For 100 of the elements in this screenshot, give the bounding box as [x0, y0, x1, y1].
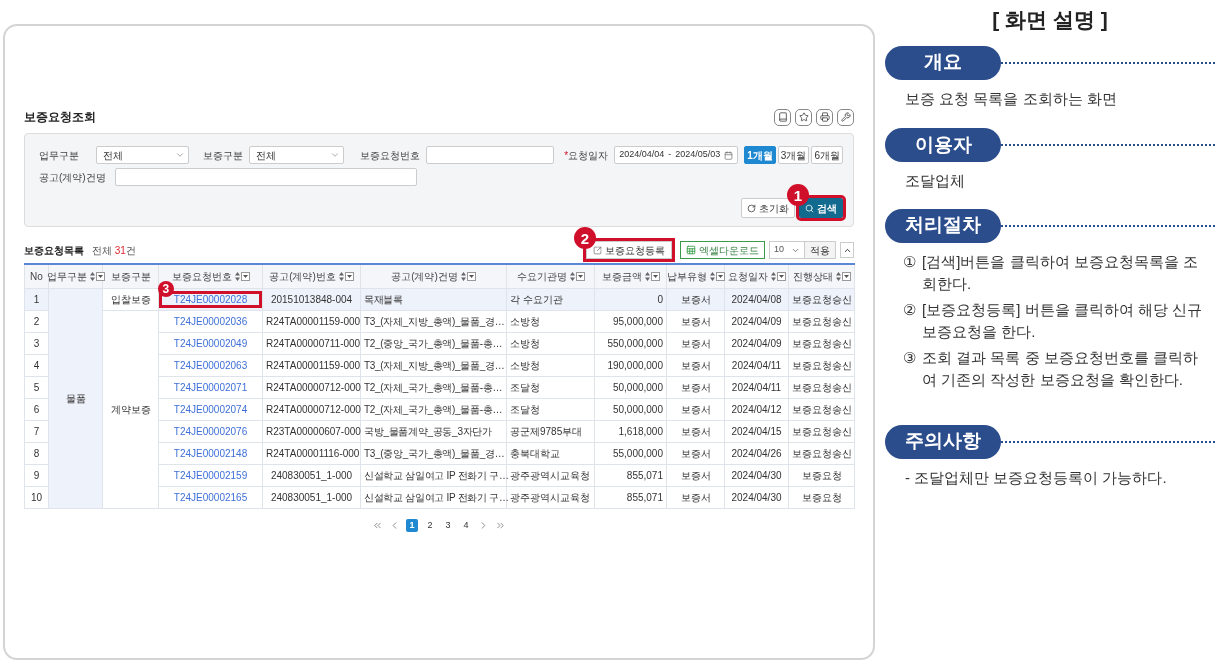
manual-button[interactable] [774, 108, 791, 126]
table-cell: 550,000,000 [594, 332, 667, 354]
table-cell: 8 [24, 442, 49, 464]
filter-dropdown-icon[interactable] [841, 271, 851, 281]
table-cell: 2024/04/08 [724, 288, 789, 310]
period-button[interactable]: 3개월 [777, 146, 810, 164]
page-size-select[interactable]: 10 [769, 241, 805, 259]
settings-button[interactable] [837, 108, 854, 126]
table-cell: 광주광역시교육청 [506, 464, 595, 486]
table-cell: 2024/04/09 [724, 310, 789, 332]
table-cell: T3_(중앙_국가_총액)_물품_경… [360, 442, 507, 464]
date-range-field[interactable]: 2024/04/04 - 2024/05/03 [614, 146, 739, 164]
section-heading: 주의사항 [885, 424, 1001, 459]
search-icon [805, 203, 814, 213]
table-cell: 2024/04/15 [724, 420, 789, 442]
table-cell: 95,000,000 [594, 310, 667, 332]
table-cell: 보증요청송신 [788, 332, 855, 354]
sort-icon[interactable] [644, 271, 650, 281]
filter-dropdown-icon[interactable] [95, 271, 105, 281]
table-cell: R24TA00001159-000 [262, 310, 361, 332]
table-cell: 각 수요기관 [506, 288, 595, 310]
reset-icon [747, 203, 756, 213]
external-link-icon [593, 245, 602, 255]
table-cell: 보증서 [666, 332, 725, 354]
table-cell: 0 [594, 288, 667, 310]
filter-dropdown-icon[interactable] [344, 271, 354, 281]
print-button[interactable] [816, 108, 833, 126]
table-cell: 충북대학교 [506, 442, 595, 464]
field-label: *요청일자 [564, 148, 609, 163]
period-button[interactable]: 1개월 [744, 146, 776, 164]
column-header: 요청일자 [724, 264, 789, 288]
table-cell: 5 [24, 376, 49, 398]
table-cell: 소방청 [506, 354, 595, 376]
table-cell: 2024/04/11 [724, 354, 789, 376]
table-cell: 855,071 [594, 486, 667, 508]
step-number: ② [903, 299, 916, 320]
table-cell: 50,000,000 [594, 376, 667, 398]
table-cell: 국방_물품계약_공동_3자단가 [360, 420, 507, 442]
table-cell: 240830051_1-000 [262, 464, 361, 486]
page-number[interactable]: 1 [406, 518, 418, 532]
filter-dropdown-icon[interactable] [575, 271, 585, 281]
filter-dropdown-icon[interactable] [776, 271, 786, 281]
chevron-down-icon [330, 150, 341, 160]
sort-icon[interactable] [709, 271, 715, 281]
page-number[interactable]: 4 [460, 518, 472, 532]
table-cell: 보증요청송신 [788, 310, 855, 332]
sort-icon[interactable] [569, 271, 575, 281]
request-number-field[interactable] [426, 146, 555, 164]
table-cell: 10 [24, 486, 49, 508]
filter-dropdown-icon[interactable] [650, 271, 660, 281]
table-cell: 보증서 [666, 376, 725, 398]
callout-marker: 2 [574, 227, 596, 249]
table-cell: 보증요청송신 [788, 376, 855, 398]
table-cell: 보증요청 [788, 464, 855, 486]
section-text: 보증 요청 목록을 조회하는 화면 [904, 88, 1118, 109]
column-header: 납부유형 [666, 264, 725, 288]
excel-download-button[interactable]: 엑셀다운로드 [680, 241, 765, 259]
step-text: [보증요청등록] 버튼을 클릭하여 해당 신규 보증요청을 한다. [922, 299, 1203, 342]
table-cell: 보증서 [666, 420, 725, 442]
table-cell: 보증요청송신 [788, 354, 855, 376]
guarantee-select[interactable]: 전체 [248, 146, 345, 164]
table-cell: 4 [24, 354, 49, 376]
sort-icon[interactable] [338, 271, 344, 281]
filter-dropdown-icon[interactable] [466, 271, 476, 281]
filter-dropdown-icon[interactable] [240, 271, 250, 281]
sort-icon[interactable] [460, 271, 466, 281]
field-label: 보증요청번호 [360, 148, 421, 163]
table-cell: 보증요청승신 [788, 288, 855, 310]
favorite-button[interactable] [795, 108, 812, 126]
table-cell: 보증요청 [788, 486, 855, 508]
page-number[interactable]: 2 [424, 518, 436, 532]
table-cell: 190,000,000 [594, 354, 667, 376]
table-cell: T2_(자체_국가_총액)_물품-총… [360, 376, 507, 398]
calendar-icon[interactable] [724, 150, 734, 160]
table-cell: R24TA00001159-000 [262, 354, 361, 376]
column-header: 보증구분 [102, 264, 159, 288]
sort-icon[interactable] [770, 271, 776, 281]
table-cell: 보증서 [666, 464, 725, 486]
field-label: 업무구분 [38, 148, 80, 163]
table-cell: 2024/04/12 [724, 398, 789, 420]
field-label: 보증구분 [202, 148, 243, 163]
business-select[interactable]: 전체 [96, 146, 189, 164]
sort-icon[interactable] [234, 271, 240, 281]
sort-icon[interactable] [89, 271, 95, 281]
apply-button[interactable]: 적용 [805, 241, 836, 259]
table-cell: T2_(중앙_국가_총액)_물품-총… [360, 332, 507, 354]
table-cell: 2024/04/30 [724, 464, 789, 486]
table-cell: 계약보증 [102, 310, 159, 508]
table-cell: 목재블록 [360, 288, 507, 310]
total-count: 전체 31건 [92, 243, 136, 258]
period-button[interactable]: 6개월 [811, 146, 843, 164]
table-cell: 2024/04/26 [724, 442, 789, 464]
notice-name-field[interactable] [115, 168, 417, 186]
filter-dropdown-icon[interactable] [715, 271, 725, 281]
collapse-button[interactable] [840, 242, 854, 258]
page-number[interactable]: 3 [442, 518, 454, 532]
table-cell: 보증서 [666, 288, 725, 310]
reset-button[interactable]: 초기화 [741, 198, 795, 218]
chevron-down-icon [174, 150, 185, 160]
sort-icon[interactable] [835, 271, 841, 281]
